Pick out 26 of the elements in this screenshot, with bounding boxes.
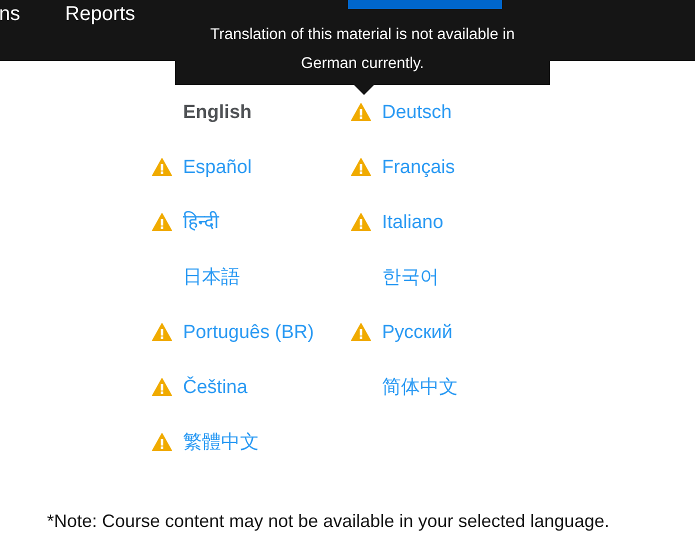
language-link[interactable]: 简体中文 [382,375,458,401]
language-link[interactable]: Deutsch [382,100,452,126]
warning-icon [152,323,172,341]
language-link[interactable]: Español [183,155,252,181]
warning-icon [152,158,172,176]
language-link[interactable]: Français [382,155,455,181]
language-link[interactable]: Italiano [382,210,444,236]
tooltip-text: Translation of this material is not available in German currently. [209,25,516,74]
nav-link[interactable]: ns [0,2,20,26]
warning-icon [152,213,172,231]
language-link[interactable]: 日本語 [183,265,240,291]
warning-icon [351,323,371,341]
warning-icon [351,158,371,176]
nav-link[interactable]: Reports [65,2,136,26]
warning-icon [351,213,371,231]
language-link[interactable]: हिन्दी [183,210,219,236]
language-link[interactable]: 繁體中文 [183,430,259,456]
language-link[interactable]: Čeština [183,375,248,401]
language-link[interactable]: Português (BR) [183,320,314,346]
note-text: *Note: Course content may not be available in your selected language. [47,510,610,533]
language-link[interactable]: 한국어 [382,265,439,291]
language-link[interactable]: Русский [382,320,452,346]
warning-icon [152,378,172,396]
language-link[interactable]: English [183,100,252,126]
warning-icon [152,433,172,451]
warning-icon [351,103,371,121]
